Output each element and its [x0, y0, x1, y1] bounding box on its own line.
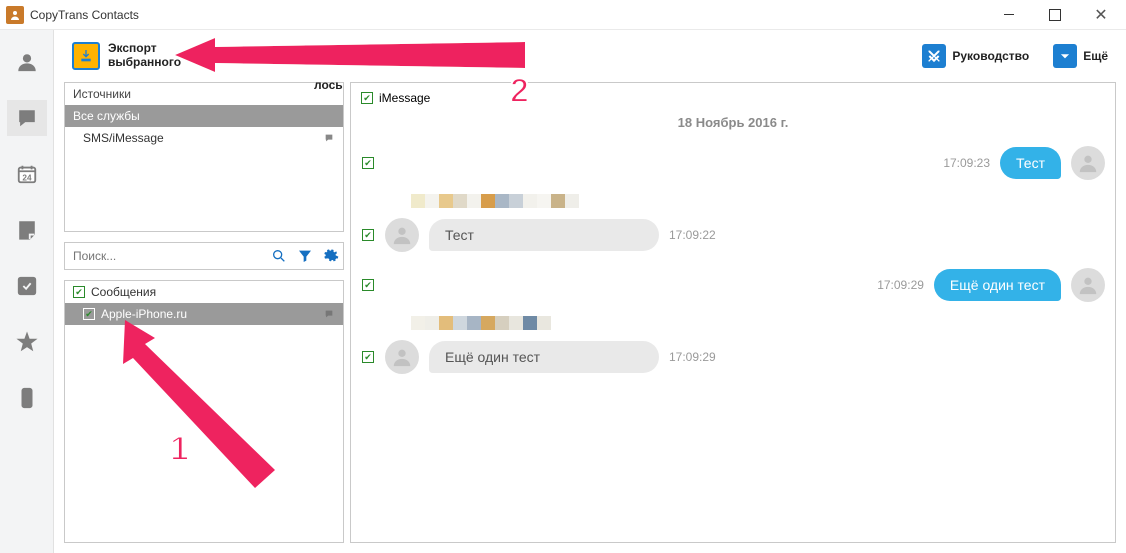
threads-panel: Сообщения Apple-iPhone.ru	[64, 280, 344, 543]
category-label: Сообщения	[91, 285, 156, 299]
rail-calendar[interactable]: 24	[7, 156, 47, 192]
guide-label: Руководство	[952, 49, 1029, 63]
message-row: Ещё один тест 17:09:29	[361, 340, 1105, 374]
export-icon	[72, 42, 100, 70]
message-time: 17:09:29	[669, 350, 716, 364]
message-bubble-in: Ещё один тест	[429, 341, 659, 373]
rail-tasks[interactable]	[7, 268, 47, 304]
message-bubble-out: Тест	[1000, 147, 1061, 179]
export-selected-button[interactable]: Экспорт выбранного	[64, 38, 189, 74]
avatar-icon	[385, 340, 419, 374]
obscured-text-fragment: лось	[314, 78, 343, 92]
category-checkbox[interactable]	[73, 286, 85, 298]
threads-category[interactable]: Сообщения	[65, 281, 343, 303]
message-row: 17:09:29 Ещё один тест	[361, 268, 1105, 302]
guide-icon	[922, 44, 946, 68]
top-toolbar: Экспорт выбранного лось Руководство Ещё	[54, 30, 1126, 82]
message-checkbox[interactable]	[362, 351, 374, 363]
gear-icon[interactable]	[319, 244, 343, 268]
blurred-strip	[411, 194, 1105, 208]
sources-header: Источники	[65, 83, 343, 105]
chat-bubble-icon	[323, 133, 335, 143]
thread-name: Apple-iPhone.ru	[101, 307, 187, 321]
search-icon[interactable]	[267, 244, 291, 268]
app-title: CopyTrans Contacts	[30, 8, 139, 22]
side-rail: 24	[0, 30, 54, 553]
chat-bubble-icon	[323, 309, 335, 319]
source-all-services[interactable]: Все службы	[65, 105, 343, 127]
avatar-icon	[1071, 268, 1105, 302]
export-label: Экспорт выбранного	[108, 42, 181, 70]
message-checkbox[interactable]	[362, 157, 374, 169]
app-icon	[6, 6, 24, 24]
title-bar: CopyTrans Contacts ✕	[0, 0, 1126, 30]
avatar-icon	[385, 218, 419, 252]
search-input[interactable]	[65, 245, 265, 267]
minimize-button[interactable]	[986, 0, 1032, 30]
chat-source-label: iMessage	[379, 91, 430, 105]
message-row: Тест 17:09:22	[361, 218, 1105, 252]
avatar-icon	[1071, 146, 1105, 180]
sources-panel: Источники Все службы SMS/iMessage	[64, 82, 344, 232]
message-bubble-in: Тест	[429, 219, 659, 251]
chevron-down-icon	[1053, 44, 1077, 68]
more-button[interactable]: Ещё	[1053, 44, 1108, 68]
guide-button[interactable]: Руководство	[922, 44, 1029, 68]
maximize-button[interactable]	[1032, 0, 1078, 30]
blurred-strip	[411, 316, 1105, 330]
chat-date: 18 Ноябрь 2016 г.	[361, 115, 1105, 130]
chat-source-row: iMessage	[361, 89, 1105, 111]
search-bar	[64, 242, 344, 270]
message-time: 17:09:23	[943, 156, 990, 170]
chat-source-checkbox[interactable]	[361, 92, 373, 104]
rail-device[interactable]	[7, 380, 47, 416]
rail-contacts[interactable]	[7, 44, 47, 80]
rail-messages[interactable]	[7, 100, 47, 136]
message-row: 17:09:23 Тест	[361, 146, 1105, 180]
thread-row-selected[interactable]: Apple-iPhone.ru	[65, 303, 343, 325]
rail-notes[interactable]	[7, 212, 47, 248]
svg-text:24: 24	[22, 173, 32, 182]
thread-checkbox[interactable]	[83, 308, 95, 320]
chat-panel: iMessage 18 Ноябрь 2016 г. 17:09:23 Тест	[350, 82, 1116, 543]
message-time: 17:09:22	[669, 228, 716, 242]
filter-icon[interactable]	[293, 244, 317, 268]
close-button[interactable]: ✕	[1078, 0, 1124, 30]
message-checkbox[interactable]	[362, 279, 374, 291]
message-time: 17:09:29	[877, 278, 924, 292]
message-checkbox[interactable]	[362, 229, 374, 241]
rail-bookmarks[interactable]	[7, 324, 47, 360]
message-bubble-out: Ещё один тест	[934, 269, 1061, 301]
more-label: Ещё	[1083, 49, 1108, 63]
source-sms-imessage[interactable]: SMS/iMessage	[65, 127, 343, 149]
